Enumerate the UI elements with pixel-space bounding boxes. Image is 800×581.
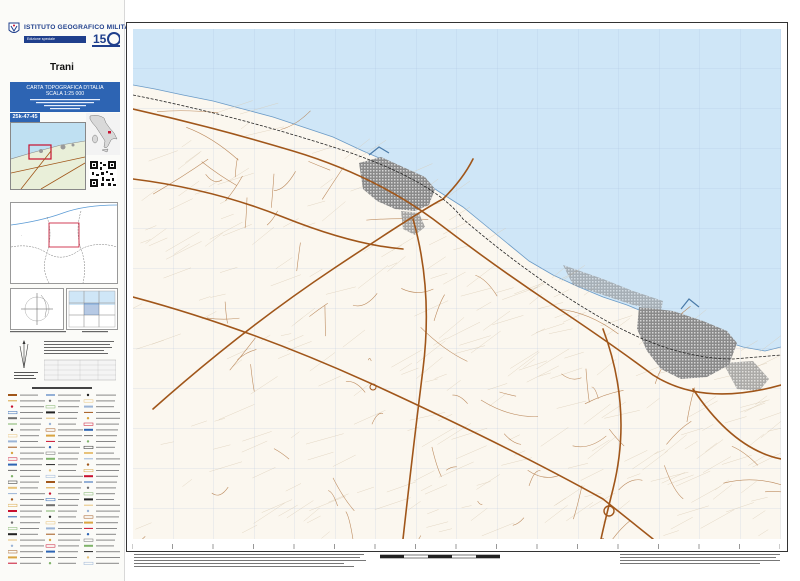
edition-label: Edizione speciale	[24, 36, 86, 43]
sheet-index-caption	[82, 331, 108, 333]
svg-text:·: ·	[21, 234, 22, 238]
legend-title	[32, 387, 92, 389]
ign-logo-icon	[8, 22, 20, 33]
legend-sidebar: ISTITUTO GEOGRAFICO MILITARE Edizione sp…	[0, 0, 139, 581]
map-frame	[126, 22, 788, 552]
scale-bar	[380, 554, 500, 559]
utm-grid	[133, 29, 781, 539]
sheet-location-thumbnail	[10, 122, 86, 190]
grid-reference-notes	[44, 341, 116, 381]
institute-name: ISTITUTO GEOGRAFICO MILITARE	[24, 24, 139, 31]
sheet-index-diagram	[66, 288, 118, 330]
declination-diagram	[10, 288, 64, 330]
qr-code-icon	[89, 160, 117, 188]
sheet-id-badge: 25k-47-45	[10, 113, 40, 122]
title-panel: CARTA TOPOGRAFICA D'ITALIA SCALA 1:25 00…	[10, 82, 120, 112]
map-title: Trani	[50, 62, 74, 73]
topographic-map[interactable]	[133, 29, 781, 539]
bottom-graticule-ticks	[132, 544, 780, 549]
svg-text:15: 15	[93, 32, 107, 46]
administrative-boundaries-map: ·	[10, 202, 118, 284]
map-symbols-legend	[8, 393, 120, 565]
panel-fine-print	[30, 99, 100, 110]
anniversary-logo-icon: 15	[92, 32, 120, 47]
header: ISTITUTO GEOGRAFICO MILITARE Edizione sp…	[8, 22, 139, 54]
declination-caption	[10, 331, 66, 333]
north-arrow-diagram-icon	[14, 340, 38, 379]
italy-locator-map-icon	[86, 113, 120, 155]
